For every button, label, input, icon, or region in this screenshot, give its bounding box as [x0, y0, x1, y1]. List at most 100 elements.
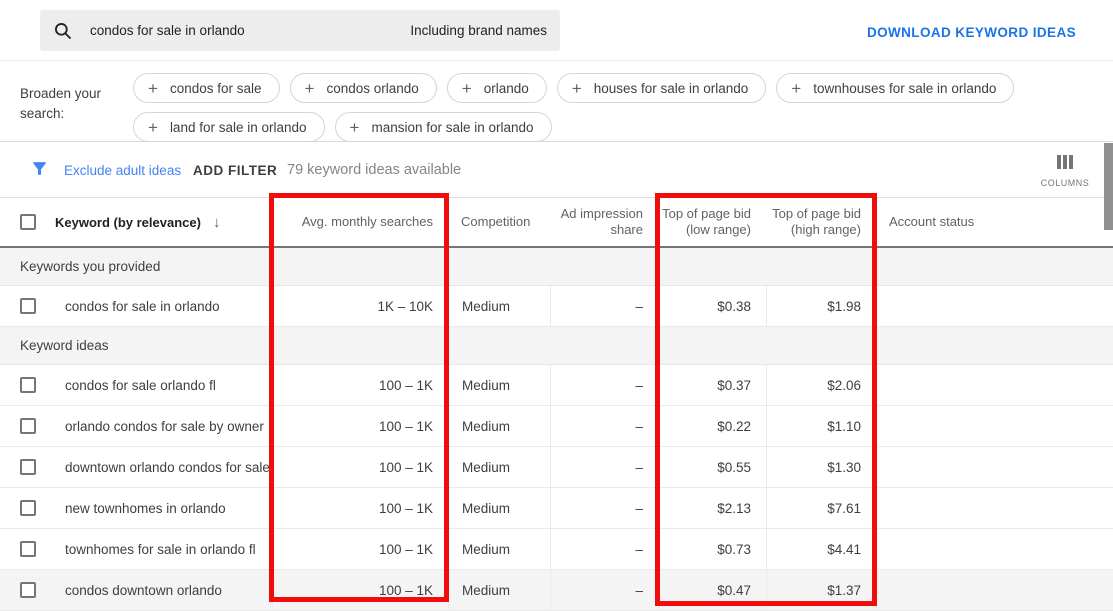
plus-icon: + — [148, 119, 158, 136]
top-of-page-bid-low-cell: $0.22 — [658, 406, 766, 446]
row-checkbox-cell — [0, 529, 55, 569]
competition-cell: Medium — [448, 570, 550, 610]
row-checkbox[interactable] — [20, 541, 36, 557]
header-avg-monthly-searches[interactable]: Avg. monthly searches — [272, 214, 448, 230]
section-label: Keyword ideas — [20, 338, 109, 353]
broaden-chip[interactable]: + townhouses for sale in orlando — [776, 73, 1014, 103]
table-body: Keywords you providedcondos for sale in … — [0, 248, 1113, 611]
keyword-cell: orlando condos for sale by owner — [55, 406, 272, 446]
ad-impression-share-cell: – — [550, 447, 658, 487]
keyword-search-input[interactable]: condos for sale in orlando Including bra… — [40, 10, 560, 51]
broaden-search-label: Broaden your search: — [20, 84, 115, 124]
row-checkbox-cell — [0, 488, 55, 528]
keyword-ideas-count: 79 keyword ideas available — [287, 162, 461, 178]
broaden-chip[interactable]: + orlando — [447, 73, 547, 103]
sort-descending-icon: ↓ — [213, 214, 221, 231]
table-row: new townhomes in orlando100 – 1KMedium–$… — [0, 488, 1113, 529]
columns-button[interactable]: COLUMNS — [1034, 155, 1096, 188]
header-account-status[interactable]: Account status — [876, 214, 1113, 230]
top-of-page-bid-high-cell: $2.06 — [766, 365, 876, 405]
table-row: condos for sale orlando fl100 – 1KMedium… — [0, 365, 1113, 406]
including-brand-names-label[interactable]: Including brand names — [410, 23, 547, 38]
competition-cell: Medium — [448, 406, 550, 446]
plus-icon: + — [148, 80, 158, 97]
row-checkbox[interactable] — [20, 500, 36, 516]
table-row: condos downtown orlando100 – 1KMedium–$0… — [0, 570, 1113, 611]
download-keyword-ideas-link[interactable]: DOWNLOAD KEYWORD IDEAS — [867, 25, 1076, 40]
top-of-page-bid-high-cell: $4.41 — [766, 529, 876, 569]
row-checkbox-cell — [0, 365, 55, 405]
header-keyword[interactable]: Keyword (by relevance) ↓ — [55, 214, 272, 231]
competition-cell: Medium — [448, 286, 550, 326]
select-all-checkbox-cell — [0, 214, 55, 230]
top-of-page-bid-low-cell: $2.13 — [658, 488, 766, 528]
add-filter-button[interactable]: ADD FILTER — [193, 163, 277, 178]
chip-label: condos for sale — [170, 81, 262, 96]
broaden-chip[interactable]: + condos for sale — [133, 73, 280, 103]
account-status-cell — [876, 406, 1113, 446]
ad-impression-share-cell: – — [550, 488, 658, 528]
columns-icon — [1057, 155, 1073, 169]
broaden-chip[interactable]: + houses for sale in orlando — [557, 73, 767, 103]
table-row: condos for sale in orlando1K – 10KMedium… — [0, 286, 1113, 327]
row-checkbox[interactable] — [20, 459, 36, 475]
header-top-of-page-bid-low[interactable]: Top of page bid (low range) — [658, 206, 766, 238]
row-checkbox[interactable] — [20, 418, 36, 434]
keyword-cell: condos downtown orlando — [55, 570, 272, 610]
chip-label: mansion for sale in orlando — [371, 120, 533, 135]
plus-icon: + — [791, 80, 801, 97]
row-checkbox[interactable] — [20, 582, 36, 598]
avg-monthly-searches-cell: 100 – 1K — [272, 529, 448, 569]
exclude-adult-ideas-link[interactable]: Exclude adult ideas — [64, 163, 181, 178]
broaden-chips: +condos for sale+condos orlando+orlando+… — [133, 73, 1111, 142]
search-icon — [53, 21, 73, 41]
chip-label: townhouses for sale in orlando — [813, 81, 996, 96]
top-of-page-bid-high-cell: $1.98 — [766, 286, 876, 326]
keyword-cell: downtown orlando condos for sale — [55, 447, 272, 487]
top-of-page-bid-high-cell: $7.61 — [766, 488, 876, 528]
broaden-chip[interactable]: + land for sale in orlando — [133, 112, 325, 142]
competition-cell: Medium — [448, 488, 550, 528]
header-ad-impression-share[interactable]: Ad impression share — [550, 206, 658, 238]
ad-impression-share-cell: – — [550, 365, 658, 405]
plus-icon: + — [462, 80, 472, 97]
broaden-chip[interactable]: + condos orlando — [290, 73, 437, 103]
keyword-planner-page: condos for sale in orlando Including bra… — [0, 0, 1113, 608]
chip-label: land for sale in orlando — [170, 120, 307, 135]
ad-impression-share-cell: – — [550, 529, 658, 569]
top-of-page-bid-high-cell: $1.30 — [766, 447, 876, 487]
header-top-of-page-bid-high[interactable]: Top of page bid (high range) — [766, 206, 876, 238]
header-competition[interactable]: Competition — [448, 214, 550, 230]
top-of-page-bid-low-cell: $0.37 — [658, 365, 766, 405]
row-checkbox[interactable] — [20, 298, 36, 314]
top-of-page-bid-high-cell: $1.10 — [766, 406, 876, 446]
row-checkbox[interactable] — [20, 377, 36, 393]
table-header-row: Keyword (by relevance) ↓ Avg. monthly se… — [0, 197, 1113, 248]
avg-monthly-searches-cell: 100 – 1K — [272, 406, 448, 446]
row-checkbox-cell — [0, 570, 55, 610]
filter-funnel-icon — [30, 159, 49, 183]
table-row: townhomes for sale in orlando fl100 – 1K… — [0, 529, 1113, 570]
avg-monthly-searches-cell: 1K – 10K — [272, 286, 448, 326]
ad-impression-share-cell: – — [550, 570, 658, 610]
keyword-cell: townhomes for sale in orlando fl — [55, 529, 272, 569]
keyword-cell: condos for sale orlando fl — [55, 365, 272, 405]
top-of-page-bid-low-cell: $0.38 — [658, 286, 766, 326]
chip-label: houses for sale in orlando — [594, 81, 749, 96]
table-row: downtown orlando condos for sale100 – 1K… — [0, 447, 1113, 488]
account-status-cell — [876, 529, 1113, 569]
chip-label: condos orlando — [326, 81, 418, 96]
plus-icon: + — [572, 80, 582, 97]
keyword-table: Keyword (by relevance) ↓ Avg. monthly se… — [0, 197, 1113, 611]
avg-monthly-searches-cell: 100 – 1K — [272, 488, 448, 528]
broaden-chip[interactable]: +mansion for sale in orlando — [335, 112, 552, 142]
ad-impression-share-cell: – — [550, 286, 658, 326]
account-status-cell — [876, 488, 1113, 528]
avg-monthly-searches-cell: 100 – 1K — [272, 365, 448, 405]
plus-icon: + — [305, 80, 315, 97]
competition-cell: Medium — [448, 447, 550, 487]
select-all-checkbox[interactable] — [20, 214, 36, 230]
chip-label: orlando — [484, 81, 529, 96]
ad-impression-share-cell: – — [550, 406, 658, 446]
vertical-scrollbar-thumb[interactable] — [1104, 143, 1113, 230]
